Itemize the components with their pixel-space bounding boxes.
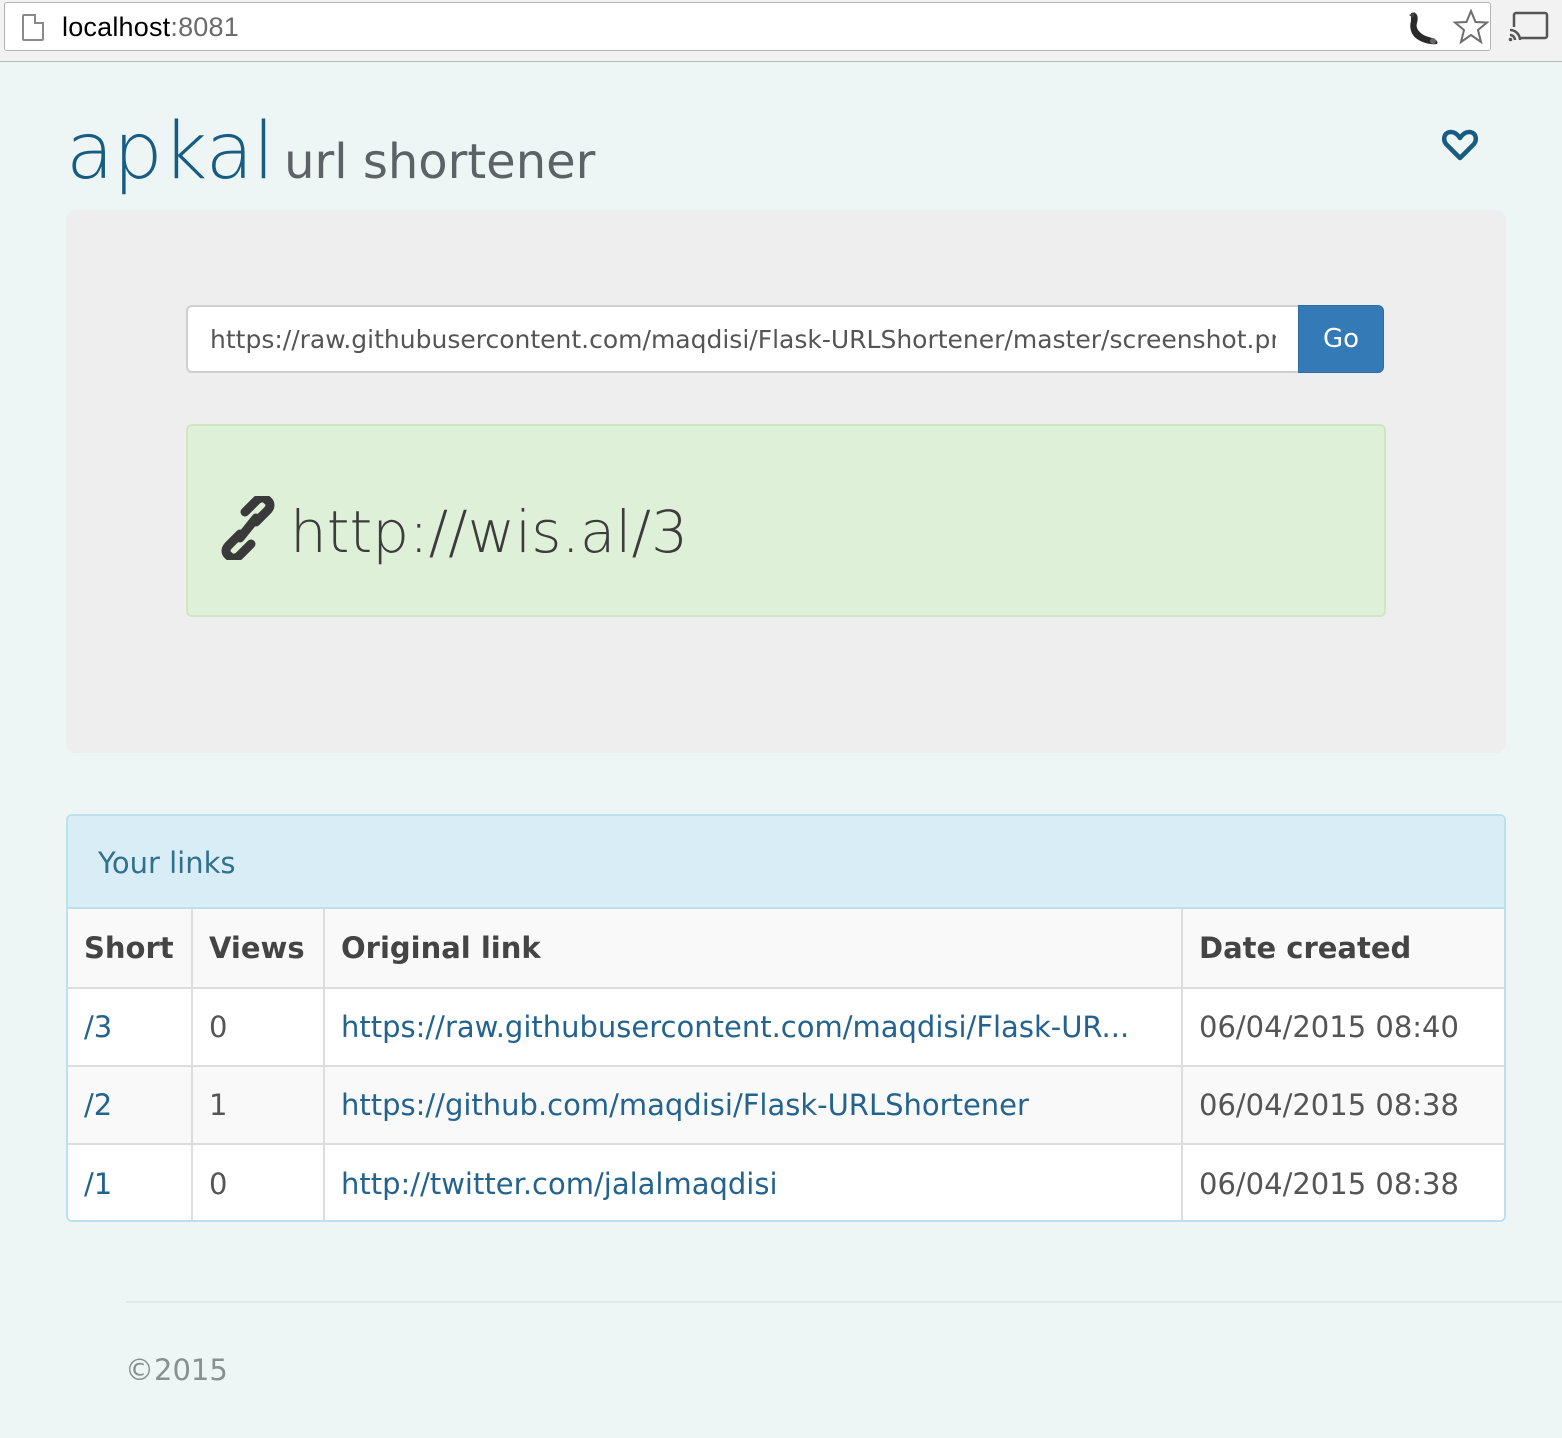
star-icon[interactable]	[1452, 8, 1490, 46]
brand-tagline: url shortener	[284, 134, 596, 190]
original-link[interactable]: https://raw.githubusercontent.com/maqdis…	[341, 1010, 1129, 1044]
cell-views: 0	[192, 1144, 325, 1220]
browser-toolbar: localhost:8081	[0, 0, 1562, 62]
heart-icon[interactable]	[1441, 127, 1479, 163]
cell-short: /2	[68, 1066, 193, 1145]
table-row: /2 1 https://github.com/maqdisi/Flask-UR…	[68, 1066, 1504, 1145]
table-header-row: Short Views Original link Date created	[68, 909, 1504, 989]
cell-date: 06/04/2015 08:40	[1182, 988, 1504, 1067]
page-title: apkal url shortener	[66, 107, 595, 197]
cell-original: http://twitter.com/jalalmaqdisi	[324, 1144, 1183, 1220]
links-table: Short Views Original link Date created /…	[68, 909, 1504, 1220]
cell-original: https://raw.githubusercontent.com/maqdis…	[324, 988, 1183, 1067]
short-url-result: http://wis.al/3	[186, 424, 1386, 617]
url-input[interactable]	[186, 305, 1298, 373]
page-content: apkalurl shortener Go http://wis.al/3 Yo…	[0, 63, 1562, 1438]
cell-short: /3	[68, 988, 193, 1067]
cell-date: 06/04/2015 08:38	[1182, 1144, 1504, 1220]
short-link[interactable]: /3	[84, 1010, 112, 1044]
url-host: localhost	[62, 12, 171, 42]
links-panel-title: Your links	[68, 816, 1504, 909]
short-link[interactable]: /2	[84, 1088, 112, 1122]
url-port: :8081	[170, 12, 239, 42]
address-bar[interactable]: localhost:8081	[4, 2, 1491, 51]
cell-original: https://github.com/maqdisi/Flask-URLShor…	[324, 1066, 1183, 1145]
table-row: /3 0 https://raw.githubusercontent.com/m…	[68, 988, 1504, 1067]
extension-icon[interactable]	[1403, 9, 1443, 47]
short-url-link[interactable]: http://wis.al/3	[290, 498, 688, 566]
page-icon	[22, 14, 44, 41]
cell-views: 1	[192, 1066, 325, 1145]
cell-date: 06/04/2015 08:38	[1182, 1066, 1504, 1145]
column-header-original-link: Original link	[324, 909, 1183, 989]
column-header-views: Views	[192, 909, 325, 989]
short-link[interactable]: /1	[84, 1167, 112, 1201]
original-link[interactable]: http://twitter.com/jalalmaqdisi	[341, 1167, 778, 1201]
cell-views: 0	[192, 988, 325, 1067]
cast-icon[interactable]	[1508, 10, 1550, 42]
copyright: ©2015	[125, 1353, 228, 1387]
cell-short: /1	[68, 1144, 193, 1220]
column-header-date-created: Date created	[1182, 909, 1504, 989]
links-panel: Your links Short Views Original link Dat…	[66, 814, 1506, 1222]
go-button[interactable]: Go	[1298, 305, 1384, 373]
shorten-form-container: Go http://wis.al/3	[66, 210, 1506, 753]
link-icon	[221, 496, 275, 560]
column-header-short: Short	[68, 909, 193, 989]
table-row: /1 0 http://twitter.com/jalalmaqdisi 06/…	[68, 1144, 1504, 1220]
footer-divider	[126, 1301, 1562, 1303]
address-bar-url[interactable]: localhost:8081	[62, 12, 239, 43]
original-link[interactable]: https://github.com/maqdisi/Flask-URLShor…	[341, 1088, 1029, 1122]
brand-name: apkal	[66, 107, 275, 197]
